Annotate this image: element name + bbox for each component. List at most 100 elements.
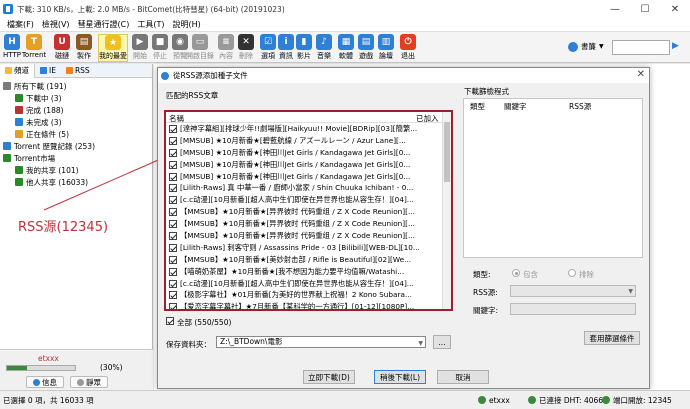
toolbar-button-2[interactable]: U 磁鏈: [52, 34, 72, 62]
save-folder-select[interactable]: Z:\_BTDown\電影 ▼: [216, 336, 426, 348]
menu-view[interactable]: 檢視(V): [38, 19, 74, 30]
apply-filter-button[interactable]: 套用篩選條件: [584, 331, 640, 345]
tab-audience[interactable]: 靜眾: [70, 376, 108, 388]
port-status-icon: [602, 396, 610, 404]
list-item-checkbox[interactable]: [169, 291, 177, 300]
filter-list[interactable]: 類型 關鍵字 RSS源: [463, 98, 643, 258]
list-item-checkbox[interactable]: [169, 303, 177, 309]
menu-tools[interactable]: 工具(T): [133, 19, 168, 30]
menu-help[interactable]: 說明(H): [169, 19, 205, 30]
toolbar-button-3[interactable]: ▤ 製作: [74, 34, 94, 62]
select-all-checkbox[interactable]: [166, 317, 174, 325]
list-item[interactable]: 【MMSUB】★10月新番★[异界彼时 代码重组 / Z X Code Reun…: [166, 218, 451, 230]
list-item[interactable]: [MMSUB] ★10月新番★[神田川Jet Girls / Kandagawa…: [166, 171, 451, 183]
list-item-checkbox[interactable]: [169, 231, 177, 240]
download-now-button[interactable]: 立即下載(D): [303, 370, 355, 384]
list-item-checkbox[interactable]: [169, 160, 177, 169]
menu-passport[interactable]: 彗星通行證(C): [74, 19, 134, 30]
list-item[interactable]: [MMSUB] ★10月新番★[神田川Jet Girls / Kandagawa…: [166, 147, 451, 159]
list-item-checkbox[interactable]: [169, 279, 177, 288]
list-item[interactable]: 【MMSUB】★10月新番★[美妙射击部 / Rifle is Beautifu…: [166, 254, 451, 266]
dialog-title-bar: 從RSS源添加種子文件: [158, 68, 649, 83]
toolbar-button-11[interactable]: ☑ 選項: [258, 34, 278, 62]
list-item[interactable]: [達神字幕組][排球少年!!劇場版][Haikyuu!! Movie][BDRi…: [166, 123, 451, 135]
dialog-close-button[interactable]: ✕: [637, 69, 645, 80]
tab-rss[interactable]: RSS: [61, 64, 95, 78]
list-item-checkbox[interactable]: [169, 208, 177, 217]
browse-folder-button[interactable]: ...: [433, 335, 451, 349]
tree-item-icon: [15, 94, 23, 102]
toolbar-button-9[interactable]: ≡ 內容: [216, 34, 236, 62]
list-item-checkbox[interactable]: [169, 196, 177, 205]
list-item[interactable]: 【喵萌奶茶屋】★10月新番★[我不想因为能力要平均值嘛/Watashi...: [166, 266, 451, 278]
list-item-checkbox[interactable]: [169, 243, 177, 252]
include-radio[interactable]: [512, 269, 520, 277]
tree-item[interactable]: 未完成 (3): [3, 116, 152, 128]
toolbar-button-8[interactable]: ▭ 開啟目錄: [186, 34, 214, 62]
toolbar-button-label: 影片: [297, 52, 311, 60]
toolbar-button-12[interactable]: i 資訊: [276, 34, 296, 62]
tree-item[interactable]: 下載中 (3): [3, 92, 152, 104]
toolbar-button-16[interactable]: ▤ 遊戲: [356, 34, 376, 62]
list-item-checkbox[interactable]: [169, 255, 177, 264]
tab-channel[interactable]: 頻道: [0, 63, 35, 78]
rss-article-list[interactable]: 名稱 已加入 [達神字幕組][排球少年!!劇場版][Haikyuu!! Movi…: [164, 110, 453, 311]
toolbar-button-label: 軟體: [339, 52, 353, 60]
list-item[interactable]: 【极影字幕社】★01月新番[为美好的世界献上祝福！2 Kono Subara..…: [166, 289, 451, 301]
list-item-checkbox[interactable]: [169, 172, 177, 181]
tree-item-icon: [3, 154, 11, 162]
column-added[interactable]: 已加入: [416, 113, 439, 124]
toolbar-button-4[interactable]: ★ 我的最愛: [98, 34, 128, 62]
toolbar-button-15[interactable]: ▦ 軟體: [336, 34, 356, 62]
toolbar-button-18[interactable]: ⏻ 退出: [398, 34, 418, 62]
tree-item[interactable]: 所有下載 (191): [3, 80, 152, 92]
maximize-button[interactable]: ☐: [630, 0, 660, 18]
list-item[interactable]: [MMSUB] ★10月新番★[碧藍航線 / アズールレーン / Azur La…: [166, 135, 451, 147]
close-button[interactable]: ✕: [660, 0, 690, 18]
list-item[interactable]: [c.c动漫][10月新番][超人高中生们即使在异世界也能从容生存！][04].…: [166, 278, 451, 290]
search-input[interactable]: [612, 40, 670, 55]
column-name[interactable]: 名稱: [169, 113, 184, 124]
rss-source-select[interactable]: ▼: [510, 285, 636, 297]
software-icon: ▦: [338, 34, 354, 50]
tree-item[interactable]: 完成 (188): [3, 104, 152, 116]
toolbar-button-13[interactable]: ▮ 影片: [294, 34, 314, 62]
column-rss-source[interactable]: RSS源: [569, 101, 591, 112]
tab-info[interactable]: 信息: [26, 376, 64, 388]
keyword-input[interactable]: [510, 303, 636, 315]
list-item[interactable]: [Lilith-Raws] 真 中華一番 / 廚師小當家 / Shin Chuu…: [166, 182, 451, 194]
list-item[interactable]: [c.c动漫][10月新番][超人高中生们即使在异世界也能从容生存！][04].…: [166, 194, 451, 206]
list-item-checkbox[interactable]: [169, 220, 177, 229]
exclude-radio[interactable]: [568, 269, 576, 277]
toolbar-button-17[interactable]: ▥ 論壇: [376, 34, 396, 62]
column-keyword[interactable]: 關鍵字: [504, 101, 527, 112]
toolbar-button-0[interactable]: H HTTP: [2, 34, 22, 62]
toolbar-button-5[interactable]: ▶ 開始: [130, 34, 150, 62]
list-item-checkbox[interactable]: [169, 184, 177, 193]
toolbar-button-10[interactable]: ✕ 刪除: [236, 34, 256, 62]
list-item-checkbox[interactable]: [169, 267, 177, 276]
list-item[interactable]: [MMSUB] ★10月新番★[神田川Jet Girls / Kandagawa…: [166, 159, 451, 171]
list-item-checkbox[interactable]: [169, 124, 177, 133]
menu-file[interactable]: 檔案(F): [3, 19, 38, 30]
toolbar: 書簾 ▼ ▶ H HTTP T Torrent U 磁鏈 ▤ 製作 ★ 我的最愛 ▶ 開始 ■ 停止 ◉ 預覽…: [0, 32, 690, 63]
toolbar-button-6[interactable]: ■ 停止: [150, 34, 170, 62]
list-item-checkbox[interactable]: [169, 136, 177, 145]
tab-ie[interactable]: IE: [35, 64, 61, 78]
toolbar-button-1[interactable]: T Torrent: [22, 34, 46, 62]
skin-selector[interactable]: 書簾 ▼: [568, 41, 604, 52]
list-scrollbar[interactable]: [442, 112, 451, 309]
list-item[interactable]: 【爱恋字幕字幕社】★7月新番【某科学的一方通行】[01-12][1080P]..…: [166, 301, 451, 309]
search-go-icon[interactable]: ▶: [672, 41, 679, 51]
list-item[interactable]: 【MMSUB】★10月新番★[异界彼时 代码重组 / Z X Code Reun…: [166, 206, 451, 218]
list-item[interactable]: 【MMSUB】★10月新番★[异界彼时 代码重组 / Z X Code Reun…: [166, 230, 451, 242]
column-type[interactable]: 類型: [470, 101, 485, 112]
list-item-title: 【喵萌奶茶屋】★10月新番★[我不想因为能力要平均值嘛/Watashi...: [180, 266, 405, 276]
list-item[interactable]: [Lilith-Raws] 刺客守则 / Assassins Pride - 0…: [166, 242, 451, 254]
list-item-checkbox[interactable]: [169, 148, 177, 157]
cancel-button[interactable]: 取消: [437, 370, 489, 384]
minimize-button[interactable]: —: [600, 0, 630, 18]
tree-item[interactable]: 正在條件 (5): [3, 128, 152, 140]
toolbar-button-14[interactable]: ♪ 音樂: [314, 34, 334, 62]
download-later-button[interactable]: 稍後下載(L): [374, 370, 426, 384]
